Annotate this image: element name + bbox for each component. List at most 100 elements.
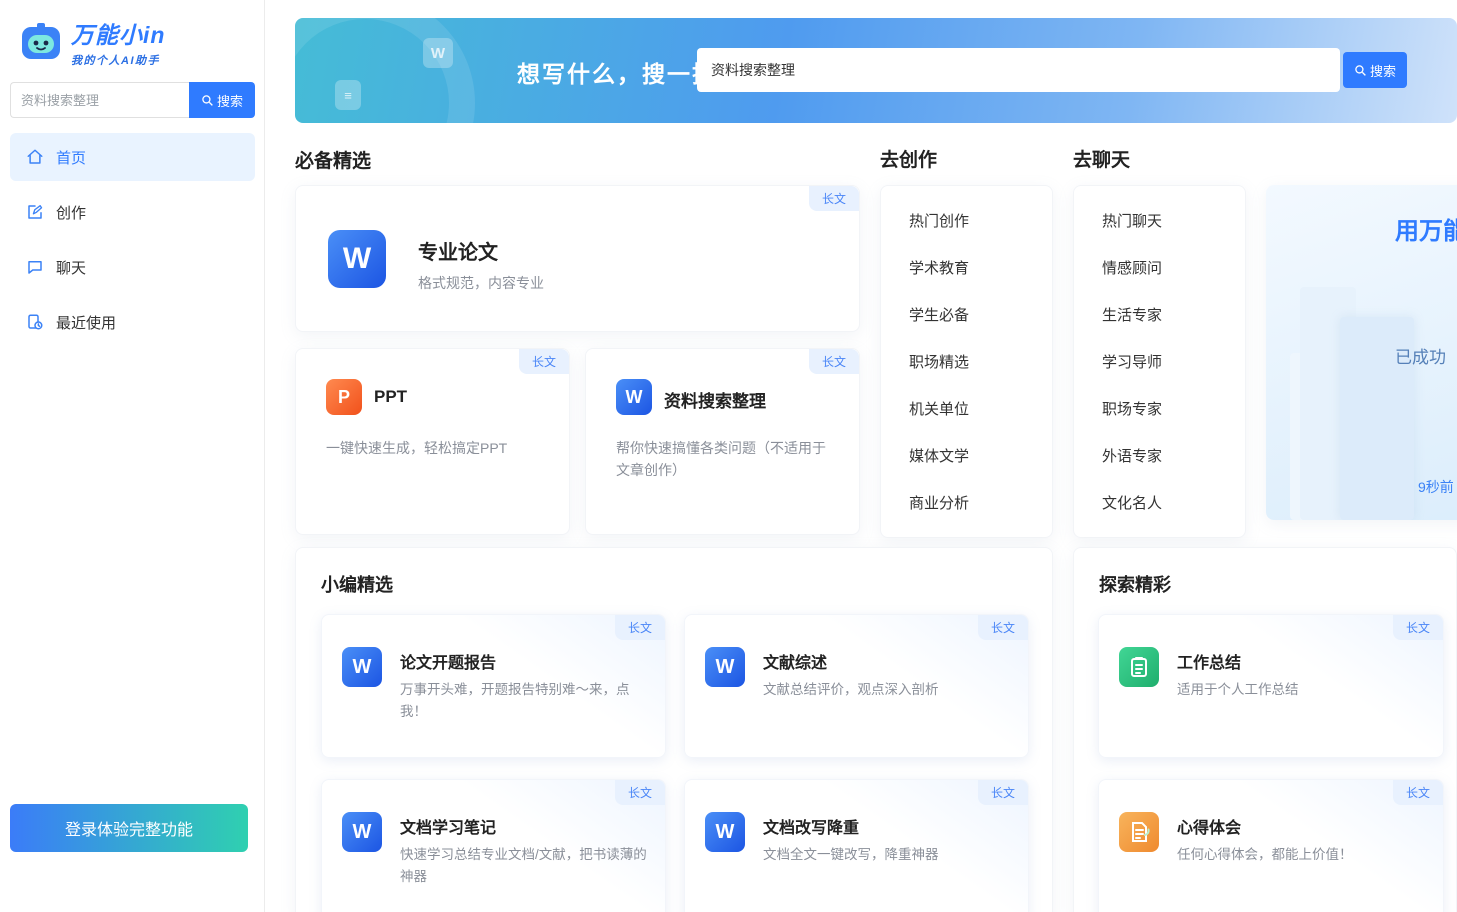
card-desc: 一键快速生成，轻松搞定PPT xyxy=(326,437,546,459)
card-desc: 格式规范，内容专业 xyxy=(418,272,544,294)
sidebar-search-input[interactable] xyxy=(10,82,189,118)
sidebar-search-button-label: 搜索 xyxy=(217,91,243,110)
edit-icon xyxy=(26,203,44,221)
editor-card-literature-review[interactable]: 长文 W 文献综述 文献总结评价，观点深入剖析 xyxy=(684,614,1029,758)
chat-item[interactable]: 热门聊天 xyxy=(1102,210,1245,234)
card-title: 文档改写降重 xyxy=(763,814,859,838)
tag-long-article: 长文 xyxy=(1393,780,1443,805)
explore-card-reflections[interactable]: 长文 心得体会 任何心得体会，都能上价值！ xyxy=(1098,779,1444,912)
sidebar-item-create[interactable]: 创作 xyxy=(10,188,255,236)
promo-time: 9秒前 xyxy=(1418,477,1454,497)
chat-item[interactable]: 生活专家 xyxy=(1102,304,1245,328)
word-icon: W xyxy=(342,812,382,852)
word-icon: W xyxy=(705,812,745,852)
chat-icon xyxy=(26,258,44,276)
robot-logo-icon xyxy=(20,23,62,61)
chat-item[interactable]: 职场专家 xyxy=(1102,398,1245,422)
chat-item[interactable]: 情感顾问 xyxy=(1102,257,1245,281)
word-icon: W xyxy=(328,230,386,288)
promo-headline: 用万能 xyxy=(1395,211,1457,246)
card-title: 专业论文 xyxy=(418,236,498,265)
card-title: 论文开题报告 xyxy=(400,649,496,673)
word-icon-letter: W xyxy=(626,387,643,408)
word-icon-letter: W xyxy=(716,656,735,679)
banner-search: 搜索 xyxy=(697,48,1407,92)
section-title-essentials: 必备精选 xyxy=(295,146,371,173)
card-desc: 快速学习总结专业文档/文献，把书读薄的神器 xyxy=(400,844,652,889)
note-icon xyxy=(1119,812,1159,852)
tag-long-article: 长文 xyxy=(809,349,859,374)
create-category-list: 热门创作 学术教育 学生必备 职场精选 机关单位 媒体文学 商业分析 xyxy=(880,185,1053,538)
chat-item[interactable]: 学习导师 xyxy=(1102,351,1245,375)
recent-icon xyxy=(26,313,44,331)
editor-card-study-notes[interactable]: 长文 W 文档学习笔记 快速学习总结专业文档/文献，把书读薄的神器 xyxy=(321,779,666,912)
banner-search-button[interactable]: 搜索 xyxy=(1343,52,1407,88)
login-button[interactable]: 登录体验完整功能 xyxy=(10,804,248,852)
search-banner: W ≡ 想写什么，搜一搜 搜索 xyxy=(295,18,1457,123)
home-icon xyxy=(26,148,44,166)
create-item[interactable]: 学生必备 xyxy=(909,304,1052,328)
banner-decor-circle xyxy=(295,18,475,123)
card-title: 心得体会 xyxy=(1177,814,1241,838)
clipboard-icon xyxy=(1119,647,1159,687)
section-title-editors: 小编精选 xyxy=(321,571,393,597)
sidebar-item-label: 创作 xyxy=(56,202,86,223)
create-item[interactable]: 商业分析 xyxy=(909,492,1052,516)
tag-long-article: 长文 xyxy=(615,615,665,640)
create-item[interactable]: 热门创作 xyxy=(909,210,1052,234)
word-doc-decor-icon: W xyxy=(423,38,453,68)
ppt-icon-letter: P xyxy=(338,387,350,408)
tag-long-article: 长文 xyxy=(978,615,1028,640)
word-icon: W xyxy=(342,647,382,687)
word-icon-letter: W xyxy=(353,656,372,679)
promo-card[interactable]: 用万能 已成功 9秒前 xyxy=(1266,185,1457,520)
card-desc: 文档全文一键改写，降重神器 xyxy=(763,844,1015,866)
sidebar-item-recent[interactable]: 最近使用 xyxy=(10,298,255,346)
create-item[interactable]: 媒体文学 xyxy=(909,445,1052,469)
chat-item[interactable]: 外语专家 xyxy=(1102,445,1245,469)
create-item[interactable]: 学术教育 xyxy=(909,257,1052,281)
editor-card-rewrite[interactable]: 长文 W 文档改写降重 文档全文一键改写，降重神器 xyxy=(684,779,1029,912)
app-logo-text: 万能小in 我的个人AI助手 xyxy=(71,16,165,68)
tag-long-article: 长文 xyxy=(978,780,1028,805)
card-title: 文献综述 xyxy=(763,649,827,673)
explore-card-work-summary[interactable]: 长文 工作总结 适用于个人工作总结 xyxy=(1098,614,1444,758)
essential-card-thesis[interactable]: 长文 W 专业论文 格式规范，内容专业 xyxy=(295,185,860,332)
sidebar-item-home[interactable]: 首页 xyxy=(10,133,255,181)
create-item[interactable]: 职场精选 xyxy=(909,351,1052,375)
app-logo: 万能小in 我的个人AI助手 xyxy=(20,16,165,68)
section-title-create: 去创作 xyxy=(880,145,937,172)
card-desc: 帮你快速搞懂各类问题（不适用于文章创作） xyxy=(616,437,832,482)
card-title: 工作总结 xyxy=(1177,649,1241,673)
app-subtitle: 我的个人AI助手 xyxy=(71,52,165,68)
word-icon: W xyxy=(616,379,652,415)
sidebar-item-label: 聊天 xyxy=(56,257,86,278)
card-title: 文档学习笔记 xyxy=(400,814,496,838)
sidebar: 万能小in 我的个人AI助手 搜索 首页 创作 聊天 最近使用 登录体验完整功能 xyxy=(0,0,265,912)
sidebar-search: 搜索 xyxy=(10,82,255,118)
sidebar-item-chat[interactable]: 聊天 xyxy=(10,243,255,291)
editor-card-thesis-proposal[interactable]: 长文 W 论文开题报告 万事开头难，开题报告特别难～来，点我！ xyxy=(321,614,666,758)
word-icon-letter: W xyxy=(343,242,371,276)
sidebar-nav: 首页 创作 聊天 最近使用 xyxy=(10,133,255,353)
search-icon xyxy=(201,94,214,107)
card-desc: 任何心得体会，都能上价值！ xyxy=(1177,844,1429,866)
card-title: 资料搜索整理 xyxy=(664,387,766,412)
explore-section: 探索精彩 长文 工作总结 适用于个人工作总结 长文 心得体会 任何心得体会，都能… xyxy=(1073,547,1457,912)
essential-card-ppt[interactable]: 长文 P PPT 一键快速生成，轻松搞定PPT xyxy=(295,348,570,535)
card-desc: 万事开头难，开题报告特别难～来，点我！ xyxy=(400,679,652,724)
clipboard-decor-icon: ≡ xyxy=(335,80,361,110)
sidebar-search-button[interactable]: 搜索 xyxy=(189,82,255,118)
card-desc: 文献总结评价，观点深入剖析 xyxy=(763,679,1015,701)
banner-prompt: 想写什么，搜一搜 xyxy=(517,55,717,89)
create-item[interactable]: 机关单位 xyxy=(909,398,1052,422)
word-icon: W xyxy=(705,647,745,687)
banner-search-input[interactable] xyxy=(697,48,1340,92)
essential-card-research[interactable]: 长文 W 资料搜索整理 帮你快速搞懂各类问题（不适用于文章创作） xyxy=(585,348,860,535)
app-title: 万能小in xyxy=(71,16,165,50)
search-icon xyxy=(1354,64,1367,77)
chat-item[interactable]: 文化名人 xyxy=(1102,492,1245,516)
card-desc: 适用于个人工作总结 xyxy=(1177,679,1429,701)
tag-long-article: 长文 xyxy=(809,186,859,211)
chat-category-list: 热门聊天 情感顾问 生活专家 学习导师 职场专家 外语专家 文化名人 xyxy=(1073,185,1246,538)
